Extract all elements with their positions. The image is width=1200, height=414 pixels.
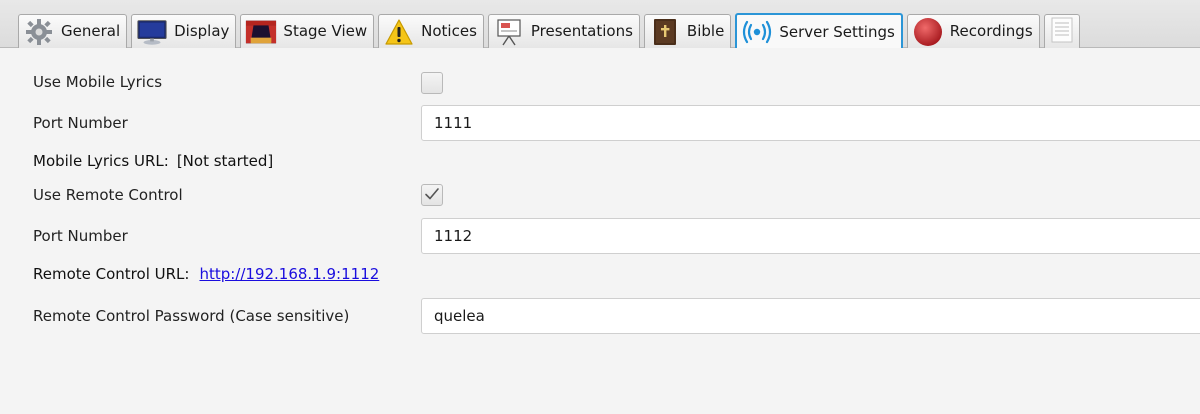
mobile-lyrics-url-label: Mobile Lyrics URL:	[33, 152, 169, 170]
mobile-port-label: Port Number	[33, 114, 128, 132]
remote-port-input[interactable]	[421, 218, 1200, 254]
tab-server-settings-label: Server Settings	[779, 22, 895, 41]
use-mobile-lyrics-label: Use Mobile Lyrics	[33, 73, 163, 91]
mobile-lyrics-url-line: Mobile Lyrics URL: [Not started]	[33, 152, 273, 170]
use-remote-control-label: Use Remote Control	[33, 186, 183, 204]
tab-general[interactable]: General	[18, 14, 128, 48]
tab-recordings[interactable]: Recordings	[906, 14, 1040, 48]
checkmark-icon	[424, 186, 440, 205]
tab-overflow[interactable]	[1043, 14, 1080, 48]
tab-bible[interactable]: Bible	[643, 14, 732, 48]
tab-recordings-label: Recordings	[949, 22, 1033, 40]
tab-notices-label: Notices	[421, 22, 477, 40]
record-icon	[912, 17, 944, 46]
use-remote-control-checkbox[interactable]	[421, 184, 443, 206]
mobile-lyrics-url-value: [Not started]	[176, 152, 274, 170]
tab-bible-label: Bible	[686, 22, 725, 40]
gear-icon	[23, 18, 55, 46]
mobile-port-input[interactable]	[421, 105, 1200, 141]
remote-port-label: Port Number	[33, 227, 128, 245]
tab-stage-view-label: Stage View	[283, 22, 368, 40]
presentation-icon	[493, 18, 525, 46]
tab-list: General Display Stage View Notices Prese…	[18, 13, 1080, 49]
bible-icon	[649, 18, 681, 46]
server-settings-panel: Use Mobile Lyrics Port Number Mobile Lyr…	[0, 48, 1200, 414]
remote-control-url-label: Remote Control URL:	[33, 265, 190, 283]
tab-server-settings[interactable]: Server Settings	[735, 13, 903, 49]
broadcast-icon	[741, 18, 773, 46]
preferences-window: General Display Stage View Notices Prese…	[0, 0, 1200, 414]
remote-password-label: Remote Control Password (Case sensitive)	[33, 307, 350, 325]
remote-control-url-line: Remote Control URL: http://192.168.1.9:11…	[33, 265, 379, 283]
tab-stage-view[interactable]: Stage View	[240, 14, 375, 48]
stage-icon	[245, 18, 277, 46]
tab-general-label: General	[61, 22, 121, 40]
tab-display-label: Display	[174, 22, 230, 40]
tab-presentations[interactable]: Presentations	[487, 14, 640, 48]
tab-presentations-label: Presentations	[530, 22, 633, 40]
tab-display[interactable]: Display	[131, 14, 237, 48]
remote-password-input[interactable]	[421, 298, 1200, 334]
tab-notices[interactable]: Notices	[378, 14, 484, 48]
use-mobile-lyrics-checkbox[interactable]	[421, 72, 443, 94]
remote-control-url-link[interactable]: http://192.168.1.9:1112	[199, 265, 379, 283]
monitor-icon	[136, 18, 168, 46]
lines-icon	[1051, 17, 1073, 47]
tab-bar: General Display Stage View Notices Prese…	[0, 0, 1200, 49]
warning-icon	[383, 18, 415, 46]
